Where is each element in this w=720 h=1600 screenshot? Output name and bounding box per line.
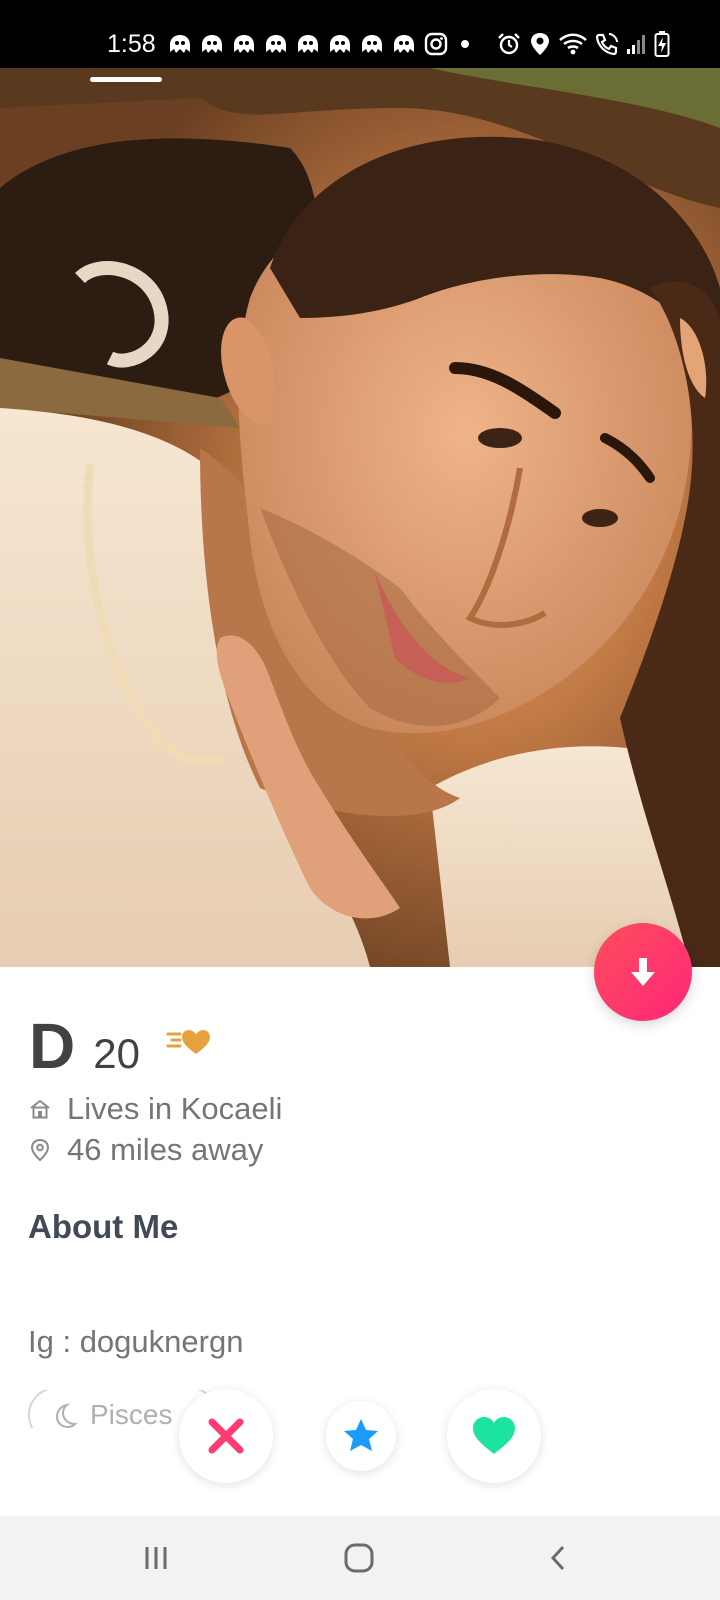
lives-in-text: Lives in Kocaeli [67,1091,283,1126]
like-button[interactable] [447,1389,541,1483]
profile-photo[interactable] [0,68,720,967]
messenger-ghost-icon [298,35,318,53]
arrow-down-icon [631,958,655,986]
messenger-ghost-icon [266,35,286,53]
back-chevron-icon [550,1545,565,1571]
home-icon [30,1099,50,1119]
bio-text: Ig : doguknergn [28,1324,244,1359]
wifi-icon [559,33,587,55]
location-icon [531,33,549,55]
photo-indicator [90,77,162,82]
open-profile-button[interactable] [594,923,692,1021]
nope-button[interactable] [179,1389,273,1483]
chip-label: Pisces [90,1399,173,1428]
messenger-ghost-icon [394,35,414,53]
status-time: 1:58 [107,30,156,58]
location-pin-icon [30,1138,50,1162]
photo-illustration [0,68,720,967]
status-bar: 1:58 [0,0,720,68]
profile-age: 20 [93,1030,140,1077]
star-icon [344,1419,378,1451]
super-like-button[interactable] [326,1401,396,1471]
messenger-ghost-icon [234,35,254,53]
super-swipe-icon [166,1030,210,1054]
dot-icon [461,40,469,48]
recents-icon [145,1547,167,1569]
nope-icon [208,1418,244,1454]
distance-text: 46 miles away [67,1132,264,1167]
alarm-icon [498,33,520,55]
system-icons [496,30,670,58]
system-nav-bar [0,1516,720,1600]
home-button[interactable] [335,1534,383,1582]
battery-charging-icon [654,31,670,57]
messenger-ghost-icon [202,35,222,53]
recents-button[interactable] [132,1534,180,1582]
messenger-ghost-icon [362,35,382,53]
distance-row: 46 miles away [29,1130,263,1170]
heart-icon [473,1417,515,1454]
lives-in-row: Lives in Kocaeli [29,1089,282,1129]
instagram-icon [424,32,448,56]
messenger-ghost-icon [330,35,350,53]
signal-icon [627,35,645,54]
messenger-ghost-icon [170,35,190,53]
home-circle-icon [344,1543,374,1573]
profile-name: D [29,1010,76,1082]
moon-icon [55,1403,78,1428]
back-button[interactable] [535,1534,583,1582]
about-title: About Me [28,1208,179,1245]
profile-header: D 20 [29,1010,140,1082]
notification-icons [167,30,475,58]
wifi-call-icon [595,33,618,56]
